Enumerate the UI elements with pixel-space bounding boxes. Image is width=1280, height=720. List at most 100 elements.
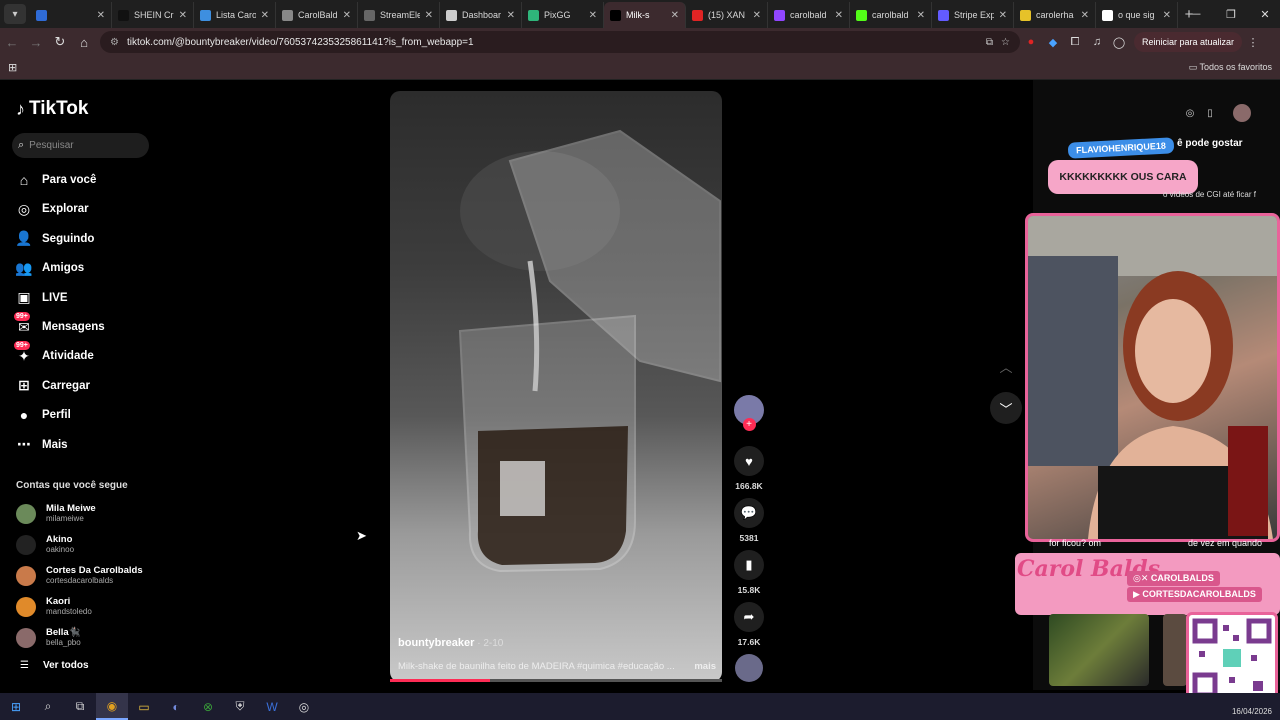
sidebar-item-label: Carregar	[42, 379, 90, 392]
music-disc-button[interactable]	[734, 654, 764, 682]
xbox-icon[interactable]: ⊗	[192, 693, 224, 720]
suggested-video-thumbnail[interactable]	[1049, 614, 1149, 686]
home-button[interactable]: ⌂	[72, 35, 96, 50]
phone-icon[interactable]: ▯	[1201, 104, 1219, 122]
browser-tab[interactable]: Lista Caro ✕	[194, 2, 276, 28]
forward-button[interactable]: →	[24, 35, 48, 50]
tab-close-icon[interactable]: ✕	[671, 10, 679, 21]
user-avatar-icon[interactable]	[1233, 104, 1251, 122]
followed-account[interactable]: Kaori mandstoledo	[16, 596, 92, 617]
media-control-icon[interactable]: ♫	[1086, 36, 1108, 48]
tab-close-icon[interactable]: ✕	[835, 10, 843, 21]
discord-icon[interactable]: ◐	[160, 693, 192, 720]
browser-tab[interactable]: ✕	[30, 2, 112, 28]
followed-account[interactable]: Cortes Da Carolbalds cortesdacarolbalds	[16, 565, 143, 586]
tab-close-icon[interactable]: ✕	[261, 10, 269, 21]
browser-tab[interactable]: (15) XAN ✕	[686, 2, 768, 28]
tab-close-icon[interactable]: ✕	[1081, 10, 1089, 21]
tab-close-icon[interactable]: ✕	[179, 10, 187, 21]
browser-tab[interactable]: Milk-s ✕	[604, 2, 686, 28]
browser-tab[interactable]: PixGG ✕	[522, 2, 604, 28]
tab-favicon-icon	[364, 9, 375, 21]
like-button[interactable]: ♥ 166.8K	[734, 446, 764, 491]
obs-icon[interactable]: ◎	[288, 693, 320, 720]
sidebar-item-carregar[interactable]: ⊞ Carregar	[16, 375, 90, 397]
restore-button[interactable]: ❐	[1214, 0, 1248, 28]
tab-close-icon[interactable]: ✕	[1163, 10, 1171, 21]
sidebar-item-mais[interactable]: ⋯ Mais	[16, 434, 68, 456]
address-bar[interactable]: ⚙ tiktok.com/@bountybreaker/video/760537…	[100, 31, 1020, 53]
followed-account[interactable]: Akino oakinoo	[16, 534, 74, 555]
tiktok-logo[interactable]: ♪ TikTok	[16, 98, 88, 120]
sidebar-item-amigos[interactable]: 👥 Amigos	[15, 257, 84, 279]
tab-close-icon[interactable]: ✕	[999, 10, 1007, 21]
security-shield-icon[interactable]: ⛨	[224, 693, 256, 720]
profile-avatar-icon[interactable]: ◯	[1108, 36, 1130, 49]
creator-avatar[interactable]: +	[734, 395, 764, 431]
close-window-button[interactable]: ✕	[1248, 0, 1280, 28]
extensions-puzzle-icon[interactable]: ⧠	[1064, 36, 1086, 49]
tab-close-icon[interactable]: ✕	[589, 10, 597, 21]
word-icon[interactable]: W	[256, 693, 288, 720]
browser-tab[interactable]: carolbald ✕	[768, 2, 850, 28]
sidebar-item-atividade[interactable]: ✦ 99+ Atividade	[14, 341, 94, 367]
save-button[interactable]: ▮ 15.8K	[734, 550, 764, 595]
caption-more-link[interactable]: mais	[694, 661, 716, 672]
previous-video-button[interactable]: ︿	[990, 350, 1022, 382]
extension-red-icon[interactable]: ●	[1020, 36, 1042, 48]
tab-close-icon[interactable]: ✕	[753, 10, 761, 21]
sidebar-item-perfil[interactable]: ● Perfil	[16, 404, 71, 426]
file-explorer-icon[interactable]: ▭	[128, 693, 160, 720]
next-video-button[interactable]: ﹀	[990, 392, 1022, 424]
sidebar-item-explorar[interactable]: ◎ Explorar	[16, 198, 89, 220]
followed-account[interactable]: Bella🐈‍⬛ bella_pbo	[16, 627, 81, 648]
video-progress-bar[interactable]	[390, 679, 722, 682]
apps-grid-icon[interactable]: ⊞	[8, 61, 17, 74]
windows-start-icon[interactable]: ⊞	[0, 693, 32, 720]
browser-menu-icon[interactable]: ⋮	[1242, 36, 1264, 49]
sidebar-item-live[interactable]: ▣ LIVE	[16, 287, 67, 309]
search-input[interactable]: ⌕ Pesquisar	[12, 133, 149, 158]
account-avatar	[16, 503, 36, 524]
tab-close-icon[interactable]: ✕	[917, 10, 925, 21]
activity-ring-icon[interactable]: ◎	[1181, 104, 1199, 122]
install-app-icon[interactable]: ⧉	[986, 37, 993, 48]
tab-close-icon[interactable]: ✕	[507, 10, 515, 21]
browser-tab[interactable]: Stripe Exp ✕	[932, 2, 1014, 28]
share-button[interactable]: ➦ 17.6K	[734, 602, 764, 647]
tab-close-icon[interactable]: ✕	[97, 10, 105, 21]
account-name: Bella🐈‍⬛	[46, 627, 81, 638]
suggested-video-thumbnail-2[interactable]	[1163, 614, 1187, 686]
see-all-button[interactable]: ☰ Ver todos	[20, 660, 89, 671]
chrome-taskbar-icon[interactable]: ◉	[96, 693, 128, 720]
tab-search-button[interactable]: ▾	[4, 4, 26, 24]
tab-close-icon[interactable]: ✕	[343, 10, 351, 21]
browser-tab[interactable]: SHEIN Cr ✕	[112, 2, 194, 28]
extension-diamond-icon[interactable]: ◆	[1042, 36, 1064, 49]
bookmark-star-icon[interactable]: ☆	[1001, 37, 1010, 48]
browser-tab[interactable]: o que sig ✕	[1096, 2, 1178, 28]
site-info-icon[interactable]: ⚙	[110, 37, 119, 48]
video-author[interactable]: bountybreaker · 2-10	[398, 637, 503, 649]
back-button[interactable]: ←	[0, 35, 24, 50]
follow-plus-icon[interactable]: +	[742, 418, 756, 431]
reload-button[interactable]: ↻	[48, 34, 72, 50]
tab-close-icon[interactable]: ✕	[425, 10, 433, 21]
followed-account[interactable]: Mila Meiwe milameiwe	[16, 503, 96, 524]
search-taskbar-icon[interactable]: ⌕	[32, 693, 64, 720]
browser-tab[interactable]: Dashboar ✕	[440, 2, 522, 28]
browser-tab[interactable]: carolbald ✕	[850, 2, 932, 28]
sidebar-item-para-voce[interactable]: ⌂ Para você	[16, 169, 97, 191]
sidebar-item-label: Mais	[42, 438, 68, 451]
browser-tab[interactable]: carolerha ✕	[1014, 2, 1096, 28]
task-view-icon[interactable]: ⧉	[64, 693, 96, 720]
minimize-button[interactable]: —	[1178, 0, 1212, 28]
browser-tab[interactable]: CarolBald ✕	[276, 2, 358, 28]
video-player[interactable]	[390, 91, 722, 682]
all-bookmarks-button[interactable]: ▭ Todos os favoritos	[1189, 62, 1272, 73]
relaunch-button[interactable]: Reiniciar para atualizar	[1134, 32, 1243, 52]
comment-button[interactable]: 💬 5381	[734, 498, 764, 543]
sidebar-item-mensagens[interactable]: ✉ 99+ Mensagens	[14, 312, 105, 338]
browser-tab[interactable]: StreamEle ✕	[358, 2, 440, 28]
sidebar-item-seguindo[interactable]: 👤 Seguindo	[15, 228, 94, 250]
